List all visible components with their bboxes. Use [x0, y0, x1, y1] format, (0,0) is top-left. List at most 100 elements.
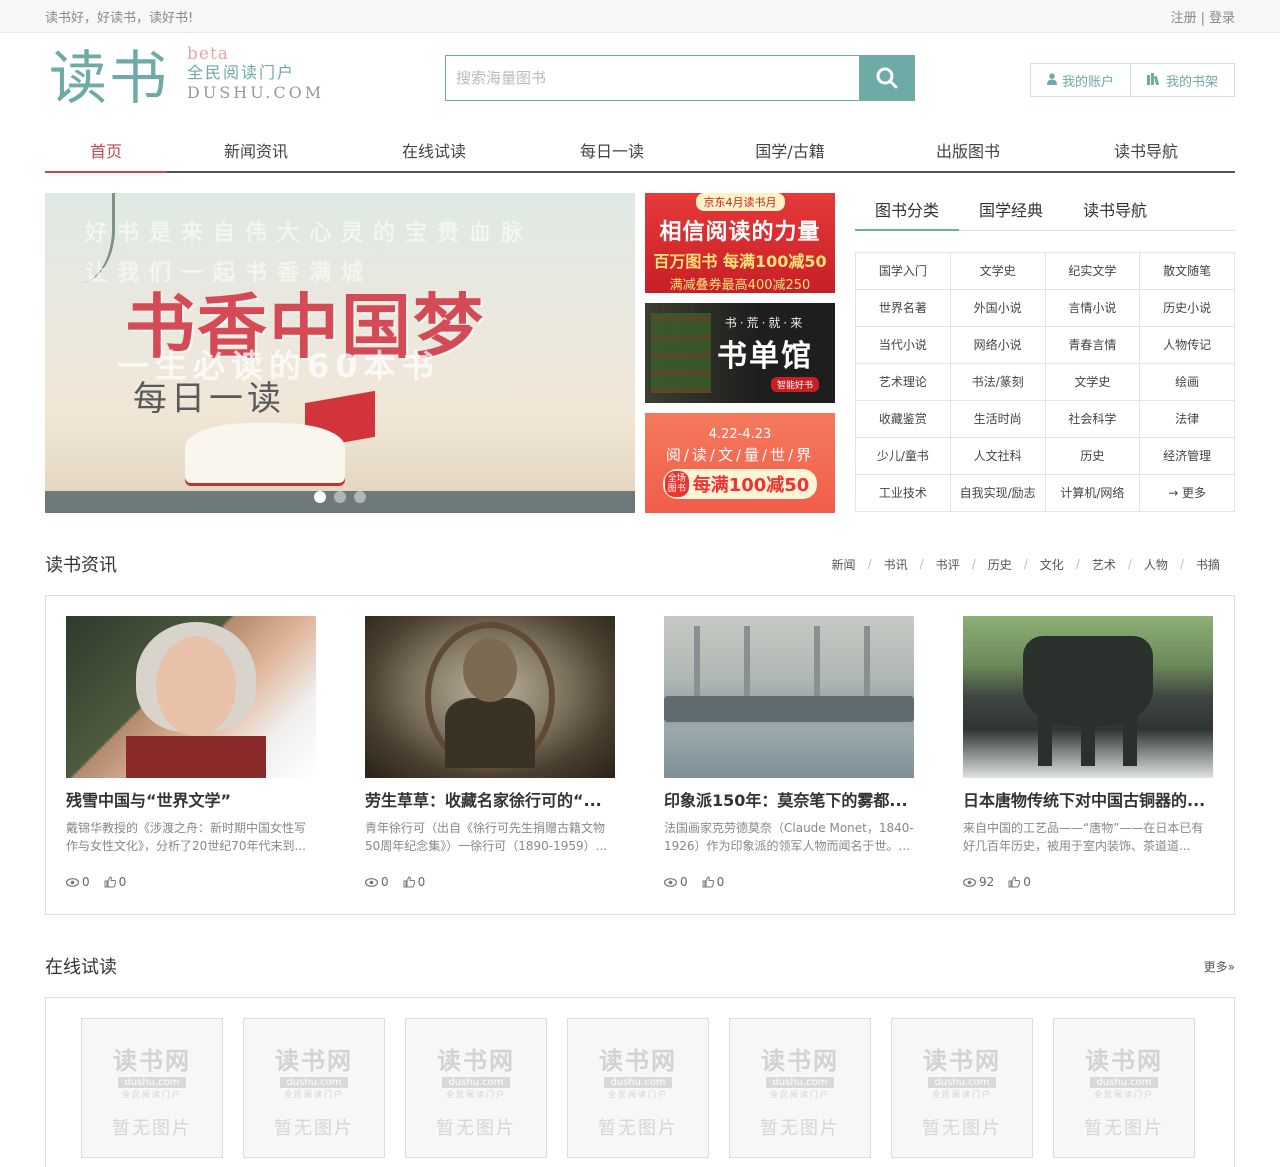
- news-tag[interactable]: 历史: [988, 556, 1012, 573]
- book-cover-placeholder[interactable]: 读书网 dushu.com 全民阅读门户 暂无图片: [1053, 1018, 1195, 1158]
- open-book-decoration: [185, 423, 345, 483]
- nav-home[interactable]: 首页: [45, 133, 167, 173]
- ad-world-reading[interactable]: 4.22-4.23 阅/读/文/量/世/界 全场图书 每满100减50: [645, 413, 835, 513]
- category-item[interactable]: 纪实文学: [1045, 253, 1141, 290]
- book-cover-placeholder[interactable]: 读书网 dushu.com 全民阅读门户 暂无图片: [729, 1018, 871, 1158]
- news-tag[interactable]: 人物: [1144, 556, 1168, 573]
- news-tag[interactable]: 新闻: [832, 556, 856, 573]
- trial-book[interactable]: 读书网 dushu.com 全民阅读门户 暂无图片: [567, 1018, 709, 1167]
- trial-book[interactable]: 读书网 dushu.com 全民阅读门户 暂无图片: [729, 1018, 871, 1167]
- trial-book[interactable]: 读书网 dushu.com 全民阅读门户 暂无图片: [891, 1018, 1033, 1167]
- book-cover-placeholder[interactable]: 读书网 dushu.com 全民阅读门户 暂无图片: [891, 1018, 1033, 1158]
- site-logo[interactable]: 读书 beta 全民阅读门户 DUSHU.COM: [49, 45, 324, 111]
- category-item[interactable]: 文学史: [950, 253, 1046, 290]
- nav-daily-read[interactable]: 每日一读: [523, 133, 701, 171]
- category-item[interactable]: 绘画: [1140, 364, 1235, 401]
- nav-online-trial[interactable]: 在线试读: [345, 133, 523, 171]
- search-icon: [876, 67, 898, 89]
- news-card[interactable]: 劳生草草：收藏名家徐行可的“... 青年徐行可（出自《徐行可先生捐赠古籍文物50…: [365, 616, 615, 914]
- nav-reading-guide[interactable]: 读书导航: [1057, 133, 1235, 171]
- category-item[interactable]: 收藏鉴赏: [856, 401, 951, 438]
- category-item[interactable]: 散文随笔: [1140, 253, 1235, 290]
- like-count-value: 0: [716, 875, 725, 889]
- category-item[interactable]: 艺术理论: [856, 364, 951, 401]
- news-thumbnail[interactable]: [365, 616, 615, 778]
- more-link[interactable]: 更多»: [1204, 958, 1235, 975]
- category-more-link[interactable]: → 更多: [1140, 475, 1235, 512]
- login-link[interactable]: 登录: [1209, 11, 1235, 26]
- news-tag[interactable]: 书评: [936, 556, 960, 573]
- nav-classics[interactable]: 国学/古籍: [701, 133, 879, 171]
- trial-book[interactable]: 读书网 dushu.com 全民阅读门户 暂无图片: [1053, 1018, 1195, 1167]
- book-cover-placeholder[interactable]: 读书网 dushu.com 全民阅读门户 暂无图片: [567, 1018, 709, 1158]
- trial-book[interactable]: 读书网 dushu.com 全民阅读门户 暂无图片: [81, 1018, 223, 1167]
- category-item[interactable]: 外国小说: [950, 290, 1046, 327]
- news-title[interactable]: 印象派150年：莫奈笔下的雾都...: [664, 790, 914, 812]
- news-thumbnail[interactable]: [963, 616, 1213, 778]
- search-input[interactable]: [445, 55, 859, 101]
- hero-banner[interactable]: 好书是来自伟大心灵的宝贵血脉 让我们一起书香满城 书香中国梦 一生必读的60本书…: [45, 193, 635, 513]
- news-title[interactable]: 劳生草草：收藏名家徐行可的“...: [365, 790, 615, 812]
- chimney: [864, 626, 870, 696]
- nav-news[interactable]: 新闻资讯: [167, 133, 345, 171]
- category-item[interactable]: 人物传记: [1140, 327, 1235, 364]
- carousel-dot[interactable]: [314, 491, 326, 503]
- category-item[interactable]: 言情小说: [1045, 290, 1141, 327]
- my-account-button[interactable]: 我的账户: [1031, 64, 1130, 96]
- trial-book[interactable]: 读书网 dushu.com 全民阅读门户 暂无图片: [405, 1018, 547, 1167]
- news-thumbnail[interactable]: [66, 616, 316, 778]
- book-cover-placeholder[interactable]: 读书网 dushu.com 全民阅读门户 暂无图片: [81, 1018, 223, 1158]
- news-title[interactable]: 残雪中国与“世界文学”: [66, 790, 316, 812]
- register-link[interactable]: 注册: [1171, 11, 1197, 26]
- tab-book-categories[interactable]: 图书分类: [855, 193, 959, 231]
- view-count-value: 0: [381, 875, 389, 889]
- portrait-head: [463, 638, 517, 702]
- category-item[interactable]: 当代小说: [856, 327, 951, 364]
- category-item[interactable]: 法律: [1140, 401, 1235, 438]
- my-shelf-button[interactable]: 我的书架: [1129, 64, 1234, 96]
- logo-text: beta 全民阅读门户 DUSHU.COM: [187, 45, 324, 103]
- category-item[interactable]: 青春言情: [1045, 327, 1141, 364]
- news-title[interactable]: 日本唐物传统下对中国古铜器的...: [963, 790, 1213, 812]
- news-card[interactable]: 印象派150年：莫奈笔下的雾都... 法国画家克劳德莫奈（Claude Mone…: [664, 616, 914, 914]
- like-count-value: 0: [118, 875, 127, 889]
- category-item[interactable]: 经济管理: [1140, 438, 1235, 475]
- view-count: 0: [664, 875, 688, 889]
- user-icon: [1046, 72, 1057, 88]
- category-item[interactable]: 文学史: [1045, 364, 1141, 401]
- news-tag[interactable]: 书讯: [884, 556, 908, 573]
- ad-jd-reading-month[interactable]: 京东4月读书月 相信阅读的力量 百万图书 每满100减50 满减叠券最高400减…: [645, 193, 835, 293]
- book-cover-placeholder[interactable]: 读书网 dushu.com 全民阅读门户 暂无图片: [405, 1018, 547, 1158]
- tab-classics[interactable]: 国学经典: [959, 193, 1063, 230]
- category-item[interactable]: 工业技术: [856, 475, 951, 512]
- book-cover-placeholder[interactable]: 读书网 dushu.com 全民阅读门户 暂无图片: [243, 1018, 385, 1158]
- ad-booklist[interactable]: 书·荒·就·来 书单馆 智能好书: [645, 303, 835, 403]
- category-item[interactable]: 国学入门: [856, 253, 951, 290]
- category-item[interactable]: 生活时尚: [950, 401, 1046, 438]
- carousel-dot[interactable]: [334, 491, 346, 503]
- news-card[interactable]: 残雪中国与“世界文学” 戴锦华教授的《涉渡之舟：新时期中国女性写作与女性文化》，…: [66, 616, 316, 914]
- thumbs-up-icon: [403, 876, 415, 888]
- category-item[interactable]: 网络小说: [950, 327, 1046, 364]
- category-item[interactable]: 少儿/童书: [856, 438, 951, 475]
- news-card[interactable]: 日本唐物传统下对中国古铜器的... 来自中国的工艺品——“唐物”——在日本已有好…: [963, 616, 1213, 914]
- trial-book[interactable]: 读书网 dushu.com 全民阅读门户 暂无图片: [243, 1018, 385, 1167]
- category-item[interactable]: 社会科学: [1045, 401, 1141, 438]
- category-item[interactable]: 自我实现/励志: [950, 475, 1046, 512]
- carousel-dot[interactable]: [354, 491, 366, 503]
- category-item[interactable]: 书法/篆刻: [950, 364, 1046, 401]
- news-tag[interactable]: 艺术: [1092, 556, 1116, 573]
- placeholder-brand: 读书网: [113, 1046, 191, 1075]
- category-item[interactable]: 人文社科: [950, 438, 1046, 475]
- tab-reading-guide[interactable]: 读书导航: [1063, 193, 1167, 230]
- news-thumbnail[interactable]: [664, 616, 914, 778]
- category-item[interactable]: 历史: [1045, 438, 1141, 475]
- category-item[interactable]: 世界名著: [856, 290, 951, 327]
- category-item[interactable]: 计算机/网络: [1045, 475, 1141, 512]
- like-count: 0: [1008, 875, 1031, 889]
- category-item[interactable]: 历史小说: [1140, 290, 1235, 327]
- news-tag[interactable]: 书摘: [1196, 556, 1220, 573]
- search-button[interactable]: [859, 55, 915, 101]
- news-tag[interactable]: 文化: [1040, 556, 1064, 573]
- nav-published-books[interactable]: 出版图书: [879, 133, 1057, 171]
